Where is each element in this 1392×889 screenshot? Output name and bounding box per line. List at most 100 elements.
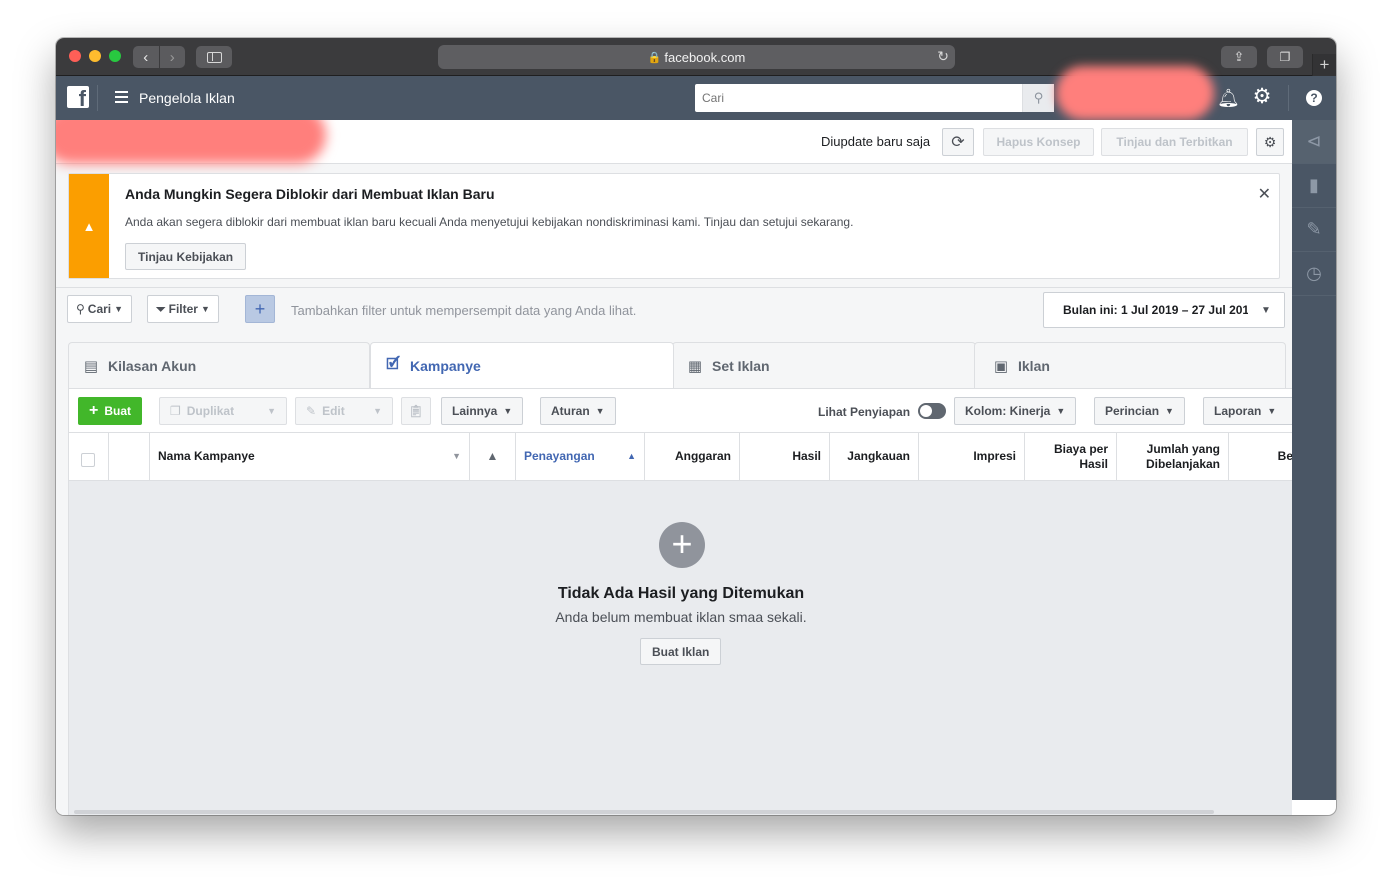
- main-content: Diupdate baru saja ⟳ Hapus Konsep Tinjau…: [56, 120, 1292, 815]
- column-amount-spent[interactable]: Jumlah yang Dibelanjakan: [1117, 433, 1229, 480]
- settings-button[interactable]: ⚙: [1256, 128, 1284, 156]
- app-title[interactable]: Pengelola Iklan: [139, 90, 235, 106]
- date-range-picker[interactable]: Bulan ini: 1 Jul 2019 – 27 Jul 2019 ▼: [1043, 292, 1285, 328]
- update-status: Diupdate baru saja: [821, 134, 931, 149]
- clipboard-icon: 📋︎: [408, 404, 424, 418]
- refresh-button[interactable]: ⟳: [942, 128, 974, 156]
- column-ends[interactable]: Be: [1229, 433, 1292, 480]
- history-nav: ‹ ›: [133, 46, 185, 68]
- column-results[interactable]: Hasil: [740, 433, 830, 480]
- filter-label: Filter: [168, 302, 198, 316]
- column-delivery[interactable]: Penayangan ▲: [516, 433, 645, 480]
- tab-campaigns[interactable]: 🗹 Kampanye: [370, 342, 674, 389]
- minimize-window-button[interactable]: [89, 50, 101, 62]
- breakdown-button[interactable]: Perincian ▼: [1094, 397, 1185, 425]
- zoom-window-button[interactable]: [109, 50, 121, 62]
- chevron-down-icon: ▼: [1267, 406, 1277, 416]
- chevron-down-icon: ▼: [200, 304, 210, 314]
- rules-label: Aturan: [551, 404, 590, 418]
- chevron-down-icon: ▼: [1056, 406, 1066, 416]
- new-tab-button[interactable]: +: [1312, 54, 1336, 76]
- empty-state: + Tidak Ada Hasil yang Ditemukan Anda be…: [69, 481, 1292, 815]
- reports-button[interactable]: Laporan ▼: [1203, 397, 1292, 425]
- chevron-down-icon: ▼: [452, 451, 461, 461]
- bar-chart-icon[interactable]: ▮: [1292, 164, 1336, 208]
- reload-icon[interactable]: ↻: [937, 48, 949, 65]
- breakdown-label: Perincian: [1105, 404, 1160, 418]
- column-reach[interactable]: Jangkauan: [830, 433, 919, 480]
- add-filter-button[interactable]: +: [245, 295, 275, 323]
- create-ad-button[interactable]: Buat Iklan: [640, 638, 722, 665]
- select-all-checkbox[interactable]: [81, 453, 95, 467]
- help-icon[interactable]: ?: [1306, 90, 1322, 106]
- tab-account-overview[interactable]: ▤ Kilasan Akun: [68, 342, 370, 388]
- column-cost-per-result[interactable]: Biaya per Hasil: [1025, 433, 1117, 480]
- filter-hint[interactable]: Tambahkan filter untuk mempersempit data…: [291, 303, 636, 318]
- back-icon[interactable]: ‹: [133, 46, 159, 68]
- review-policy-button[interactable]: Tinjau Kebijakan: [125, 243, 247, 270]
- column-budget[interactable]: Anggaran: [645, 433, 740, 480]
- tab-label: Iklan: [1018, 357, 1050, 374]
- ad-icon: ▣: [993, 357, 1009, 375]
- column-impressions[interactable]: Impresi: [919, 433, 1025, 480]
- horizontal-scrollbar[interactable]: [74, 810, 1214, 814]
- refresh-icon: ⟳: [951, 134, 965, 151]
- rules-button[interactable]: Aturan ▼: [540, 397, 616, 425]
- share-icon: ⇪: [1233, 49, 1245, 64]
- tab-label: Set Iklan: [712, 357, 770, 374]
- search-filter-button[interactable]: ⚲ Cari ▼: [67, 295, 133, 323]
- setup-toggle[interactable]: [918, 403, 946, 419]
- share-button[interactable]: ⇪: [1221, 46, 1257, 68]
- clock-icon[interactable]: ◷: [1292, 252, 1336, 296]
- pencil-icon[interactable]: ✎: [1292, 208, 1336, 252]
- redacted-account-name: [56, 120, 326, 164]
- setup-toggle-label: Lihat Penyiapan: [818, 405, 911, 419]
- gear-icon: ⚙: [1263, 133, 1277, 150]
- plus-icon: +: [254, 298, 266, 319]
- folder-check-icon: 🗹: [386, 355, 400, 373]
- create-button[interactable]: + Buat: [78, 397, 143, 425]
- duplicate-button[interactable]: ❐ Duplikat ▼: [159, 397, 287, 425]
- forward-icon[interactable]: ›: [158, 46, 186, 68]
- columns-button[interactable]: Kolom: Kinerja ▼: [954, 397, 1077, 425]
- menu-icon[interactable]: [115, 91, 128, 103]
- chevron-down-icon: ▼: [503, 406, 513, 416]
- grid-icon: ▦: [687, 357, 703, 375]
- address-bar[interactable]: 🔒 facebook.com ↻: [438, 45, 955, 69]
- chevron-down-icon: ▼: [267, 406, 276, 416]
- search-input[interactable]: [695, 84, 1022, 112]
- close-icon[interactable]: ✕: [1258, 184, 1271, 204]
- policy-alert: ▲ Anda Mungkin Segera Diblokir dari Memb…: [68, 173, 1280, 279]
- facebook-logo-icon[interactable]: f: [67, 86, 89, 108]
- copy-icon: ❐: [170, 404, 181, 418]
- chevron-down-icon: ▼: [1248, 293, 1284, 327]
- more-button[interactable]: Lainnya ▼: [441, 397, 524, 425]
- tab-ads[interactable]: ▣ Iklan: [974, 342, 1286, 388]
- sort-ascending-icon: ▲: [627, 451, 636, 461]
- clipboard-button[interactable]: 📋︎: [401, 397, 431, 425]
- search-icon: ⚲: [1033, 90, 1044, 105]
- chevron-down-icon: ▼: [595, 406, 605, 416]
- edit-label: Edit: [322, 404, 345, 418]
- filter-button[interactable]: ⏷ Filter ▼: [147, 295, 219, 323]
- discard-drafts-button[interactable]: Hapus Konsep: [983, 128, 1094, 156]
- edit-button[interactable]: ✎ Edit ▼: [295, 397, 393, 425]
- add-circle-icon[interactable]: +: [659, 522, 705, 568]
- search-button[interactable]: ⚲: [1022, 84, 1054, 112]
- column-campaign-name[interactable]: Nama Kampanye ▼: [150, 433, 470, 480]
- redacted-account-area: [1056, 66, 1214, 120]
- collapse-rail-icon[interactable]: ⊲: [1292, 120, 1336, 164]
- column-label: Nama Kampanye: [158, 449, 255, 463]
- url-text: facebook.com: [664, 49, 746, 65]
- tab-ad-sets[interactable]: ▦ Set Iklan: [672, 342, 976, 388]
- sidebar-toggle-button[interactable]: [196, 46, 232, 68]
- review-publish-button[interactable]: Tinjau dan Terbitkan: [1101, 128, 1248, 156]
- tab-label: Kampanye: [410, 358, 481, 374]
- close-window-button[interactable]: [69, 50, 81, 62]
- notifications-icon[interactable]: 🔔︎: [1217, 88, 1240, 108]
- empty-title: Tidak Ada Hasil yang Ditemukan: [557, 585, 805, 602]
- show-tabs-button[interactable]: ❐: [1267, 46, 1303, 68]
- column-warning[interactable]: ▲: [470, 433, 516, 480]
- warning-icon: ▲: [69, 174, 109, 278]
- settings-gear-icon[interactable]: ⚙: [1251, 86, 1273, 108]
